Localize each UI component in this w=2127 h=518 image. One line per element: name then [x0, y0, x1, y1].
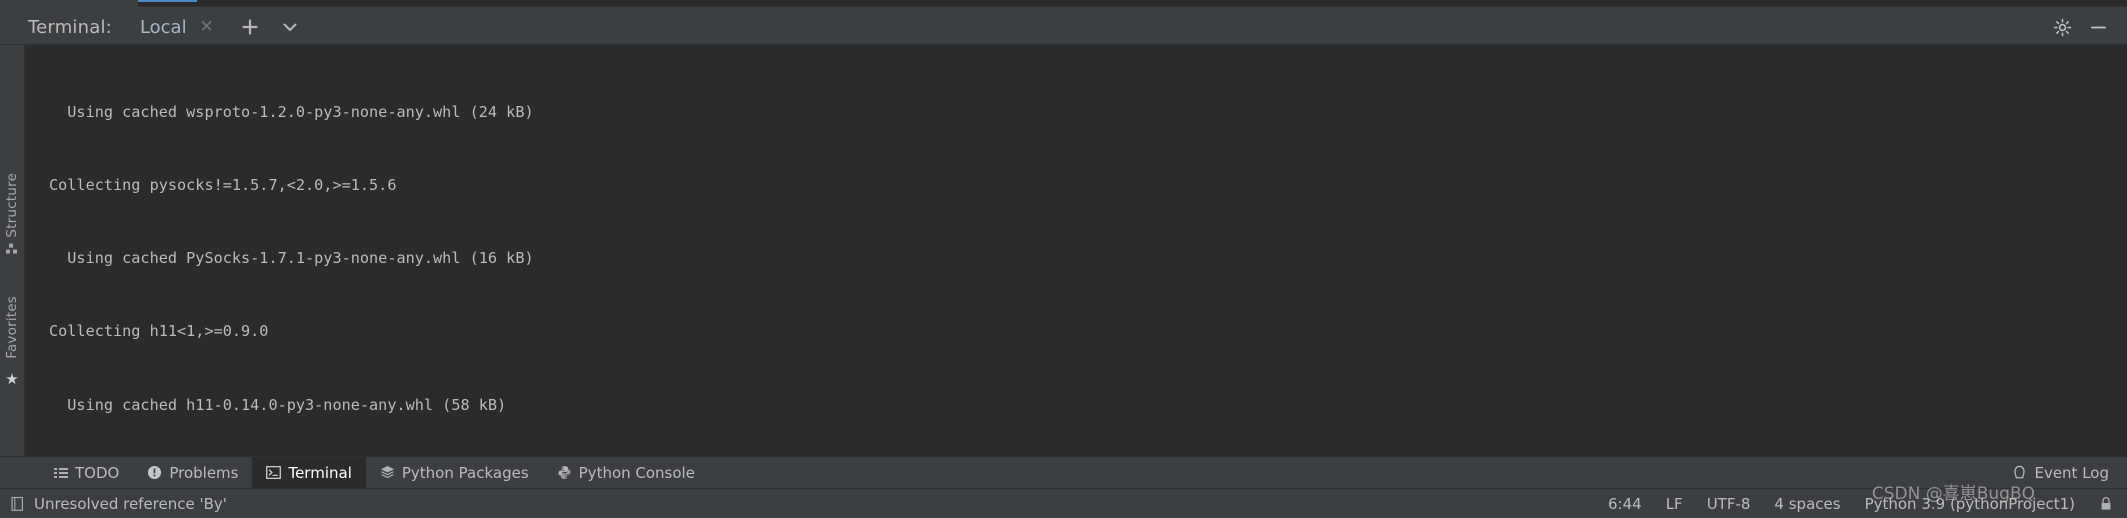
status-indicators: 6:44 LF UTF-8 4 spaces Python 3.9 (pytho…: [1608, 489, 2113, 518]
terminal-header-left: Terminal: Local ✕: [0, 0, 307, 44]
terminal-icon: [266, 465, 282, 480]
sidebar-item-favorites[interactable]: Favorites: [4, 290, 20, 365]
tab-problems-label: Problems: [169, 463, 239, 482]
packages-layers-icon: [380, 465, 395, 480]
tab-todo-label: TODO: [75, 463, 120, 482]
console-line: Using cached h11-0.14.0-py3-none-any.whl…: [49, 395, 507, 414]
console-line: Using cached PySocks-1.7.1-py3-none-any.…: [49, 249, 534, 268]
status-message: Unresolved reference 'By': [34, 494, 227, 513]
tab-problems[interactable]: Problems: [133, 457, 252, 488]
sidebar-item-favorites-label: Favorites: [4, 295, 20, 359]
editor-strip: [0, 0, 2127, 10]
indent-setting[interactable]: 4 spaces: [1774, 495, 1840, 513]
tab-python-console[interactable]: Python Console: [543, 457, 709, 488]
file-encoding[interactable]: UTF-8: [1707, 495, 1751, 513]
editor-sliver: [138, 0, 2127, 7]
console-line: Collecting pysocks!=1.5.7,<2.0,>=1.5.6: [49, 176, 397, 195]
tab-todo[interactable]: TODO: [40, 457, 133, 488]
python-icon: [557, 465, 572, 480]
todo-list-icon: [54, 466, 68, 480]
terminal-title: Terminal:: [28, 16, 112, 38]
tab-terminal[interactable]: Terminal: [252, 457, 366, 488]
gear-icon[interactable]: [2047, 12, 2077, 42]
minimize-icon[interactable]: [2083, 12, 2113, 42]
chevron-down-icon[interactable]: [273, 10, 307, 44]
event-log-icon: [2012, 465, 2027, 481]
tab-python-console-label: Python Console: [578, 463, 695, 482]
status-message-area[interactable]: Unresolved reference 'By': [0, 495, 227, 513]
event-log-label: Event Log: [2034, 463, 2109, 482]
event-log-button[interactable]: Event Log: [2012, 457, 2109, 488]
lock-icon[interactable]: [2099, 496, 2113, 512]
plus-icon[interactable]: [233, 10, 267, 44]
console-line: Collecting h11<1,>=0.9.0: [49, 322, 269, 341]
caret-position[interactable]: 6:44: [1608, 495, 1642, 513]
terminal-header-actions: [2047, 10, 2127, 44]
close-icon[interactable]: ✕: [199, 18, 215, 36]
status-bar: Unresolved reference 'By' 6:44 LF UTF-8 …: [0, 488, 2127, 518]
star-icon[interactable]: ★: [5, 370, 18, 388]
terminal-body: Structure Favorites ★ Using cached wspro…: [0, 45, 2127, 456]
left-tool-rail: Structure Favorites ★: [0, 45, 25, 456]
python-interpreter[interactable]: Python 3.9 (pythonProject1): [1865, 495, 2075, 513]
sidebar-item-structure-label: Structure: [4, 173, 20, 238]
problems-warning-icon: [147, 465, 162, 480]
terminal-header: Terminal: Local ✕: [0, 0, 2127, 45]
tab-python-packages-label: Python Packages: [401, 463, 529, 482]
line-separator[interactable]: LF: [1666, 495, 1683, 513]
tab-python-packages[interactable]: Python Packages: [366, 457, 543, 488]
pycharm-terminal-window: Terminal: Local ✕ Structure Favorites ★ …: [0, 0, 2127, 518]
terminal-tab-label: Local: [139, 16, 187, 38]
sidebar-item-structure[interactable]: Structure: [4, 167, 20, 260]
tool-window-tabs: TODO Problems Terminal Python Packages P…: [0, 456, 2127, 488]
tab-active-underline: [137, 0, 197, 2]
document-icon: [10, 496, 25, 512]
terminal-output[interactable]: Using cached wsproto-1.2.0-py3-none-any.…: [25, 45, 2127, 456]
tab-terminal-label: Terminal: [288, 463, 352, 482]
structure-icon: [6, 243, 18, 254]
terminal-tab-local[interactable]: Local ✕: [137, 0, 219, 44]
console-line: Using cached wsproto-1.2.0-py3-none-any.…: [49, 102, 534, 121]
